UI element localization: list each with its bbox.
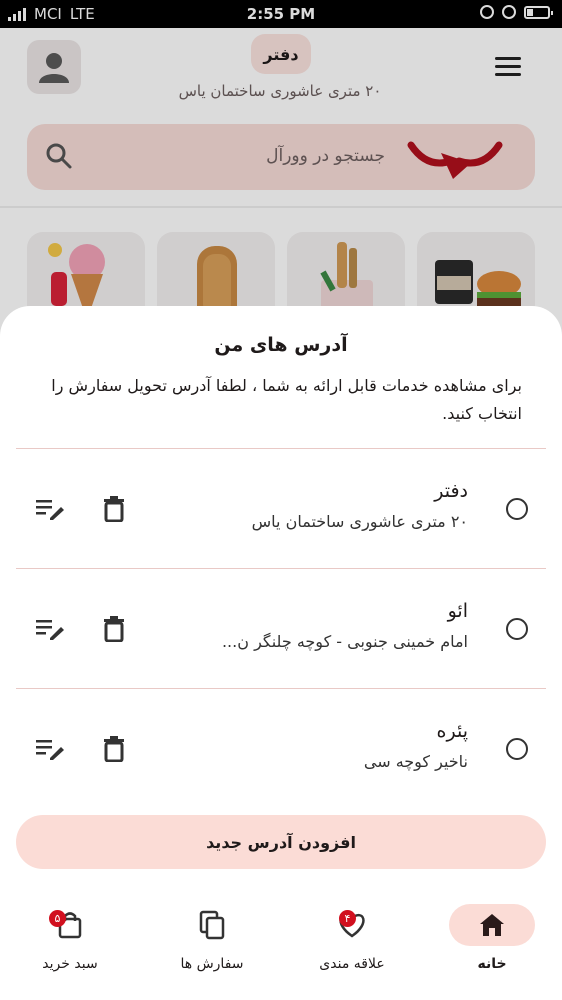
address-divider (16, 568, 546, 569)
address-item[interactable]: دفتر ۲۰ متری عاشوری ساختمان یاس (0, 450, 562, 568)
address-item[interactable]: پئره ناخیر کوچه سی (0, 690, 562, 808)
add-address-button[interactable]: افزودن آدرس جدید (16, 815, 546, 869)
nav-orders-label: سفارش ها (180, 956, 244, 972)
sheet-description: برای مشاهده خدمات قابل ارائه به شما ، لط… (51, 376, 522, 423)
address-line: ناخیر کوچه سی (363, 752, 468, 771)
bottom-nav: خانه ۴ علاقه مندی سفارش ها ۵ سبد خرید (0, 886, 562, 1000)
address-divider (16, 448, 546, 449)
nav-favorites[interactable]: ۴ علاقه مندی (292, 904, 412, 984)
address-name: پئره (436, 720, 468, 742)
nav-favorites-label: علاقه مندی (319, 956, 385, 972)
nav-orders-wrap (169, 904, 255, 946)
edit-icon[interactable] (36, 738, 64, 760)
nav-favorites-wrap: ۴ (309, 904, 395, 946)
address-name: دفتر (434, 480, 468, 502)
delete-icon[interactable] (102, 496, 126, 522)
address-sheet: آدرس های من برای مشاهده خدمات قابل ارائه… (0, 306, 562, 886)
nav-cart-wrap: ۵ (27, 904, 113, 946)
nav-cart-label: سبد خرید (42, 956, 98, 972)
nav-home[interactable]: خانه (432, 904, 552, 984)
nav-orders[interactable]: سفارش ها (152, 904, 272, 984)
delete-icon[interactable] (102, 736, 126, 762)
address-name: ائو (447, 600, 468, 622)
address-line: امام خمینی جنوبی - کوچه چلنگر ن... (221, 632, 468, 651)
address-line: ۲۰ متری عاشوری ساختمان یاس (251, 512, 468, 531)
address-divider (16, 688, 546, 689)
address-radio[interactable] (506, 618, 528, 640)
nav-cart[interactable]: ۵ سبد خرید (10, 904, 130, 984)
nav-home-label: خانه (477, 956, 507, 972)
sheet-title: آدرس های من (214, 334, 348, 356)
address-radio[interactable] (506, 498, 528, 520)
address-radio[interactable] (506, 738, 528, 760)
favorites-badge: ۴ (339, 910, 356, 927)
address-item[interactable]: ائو امام خمینی جنوبی - کوچه چلنگر ن... (0, 570, 562, 688)
cart-badge: ۵ (49, 910, 66, 927)
nav-home-pill (449, 904, 535, 946)
delete-icon[interactable] (102, 616, 126, 642)
home-icon (480, 914, 504, 936)
edit-icon[interactable] (36, 618, 64, 640)
copy-icon (199, 910, 225, 940)
edit-icon[interactable] (36, 498, 64, 520)
